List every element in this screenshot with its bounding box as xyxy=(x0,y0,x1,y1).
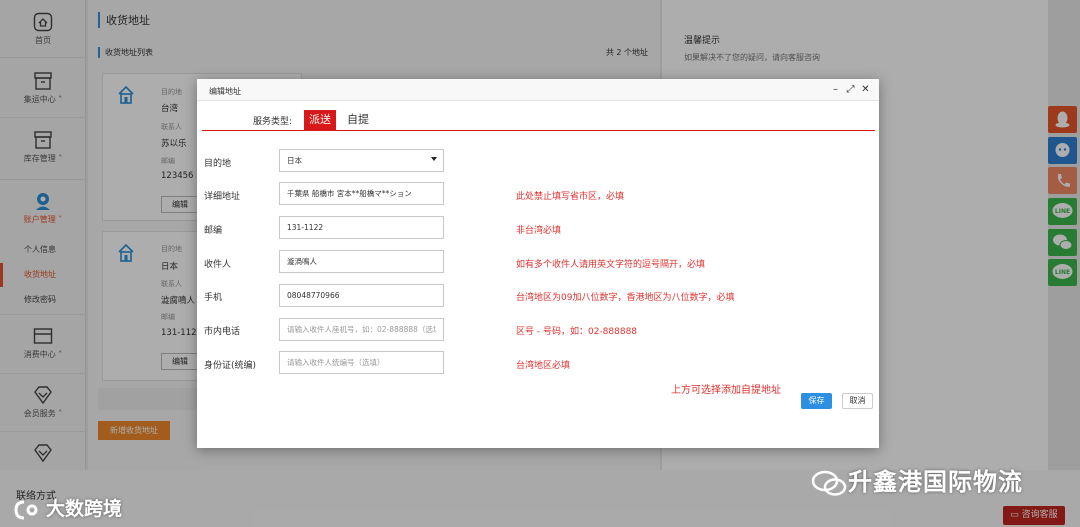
pickup-hint: 上方可选择添加自提地址 xyxy=(671,385,781,396)
phone-input[interactable] xyxy=(279,318,444,341)
dialog-header: 编辑地址 – ⤢ ✕ xyxy=(197,79,879,101)
edit-address-dialog: 编辑地址 – ⤢ ✕ 服务类型: 派送 自提 目的地 日本 详细地址 此处禁止填… xyxy=(197,79,879,448)
watermark-right-text: 升鑫港国际物流 xyxy=(848,468,1023,496)
service-type-label: 服务类型: xyxy=(253,117,293,127)
watermark-left: 大数跨境 xyxy=(14,494,122,521)
recipient-hint: 如有多个收件人请用英文字符的逗号隔开，必填 xyxy=(516,260,706,270)
address-input[interactable] xyxy=(279,182,444,205)
watermark-right: 升鑫港国际物流 xyxy=(810,462,1023,497)
destination-label: 目的地 xyxy=(204,159,232,169)
tab-delivery[interactable]: 派送 xyxy=(304,110,336,130)
mobile-label: 手机 xyxy=(204,293,223,303)
brand-logo-icon xyxy=(14,500,38,519)
watermark-left-text: 大数跨境 xyxy=(46,498,123,520)
recipient-label: 收件人 xyxy=(204,260,232,270)
destination-value: 日本 xyxy=(287,156,302,165)
mobile-hint: 台湾地区为09加八位数字，香港地区为八位数字，必填 xyxy=(516,293,735,303)
wechat-logo-icon xyxy=(811,470,847,496)
address-hint: 此处禁止填写省市区，必填 xyxy=(516,192,625,202)
phone-hint: 区号 - 号码，如：02-888888 xyxy=(516,327,638,337)
minimize-icon[interactable]: – xyxy=(830,84,841,95)
close-icon[interactable]: ✕ xyxy=(860,84,871,95)
zip-input[interactable] xyxy=(279,216,444,239)
address-label: 详细地址 xyxy=(204,192,241,202)
mobile-input[interactable] xyxy=(279,284,444,307)
maximize-icon[interactable]: ⤢ xyxy=(845,84,856,95)
recipient-input[interactable] xyxy=(279,250,444,273)
phone-label: 市内电话 xyxy=(204,327,241,337)
id-card-input[interactable] xyxy=(279,351,444,374)
id-card-hint: 台湾地区必填 xyxy=(516,361,571,371)
destination-select[interactable]: 日本 xyxy=(279,149,444,172)
save-button[interactable]: 保存 xyxy=(801,393,832,409)
cancel-button[interactable]: 取消 xyxy=(842,393,873,409)
zip-hint: 非台湾必填 xyxy=(516,226,562,236)
dialog-title: 编辑地址 xyxy=(209,87,241,96)
tab-self-pickup[interactable]: 自提 xyxy=(342,110,374,130)
zip-label: 邮编 xyxy=(204,226,223,236)
tab-underline xyxy=(202,130,875,131)
id-card-label: 身份证(统编) xyxy=(204,361,257,371)
caret-down-icon xyxy=(431,157,437,161)
